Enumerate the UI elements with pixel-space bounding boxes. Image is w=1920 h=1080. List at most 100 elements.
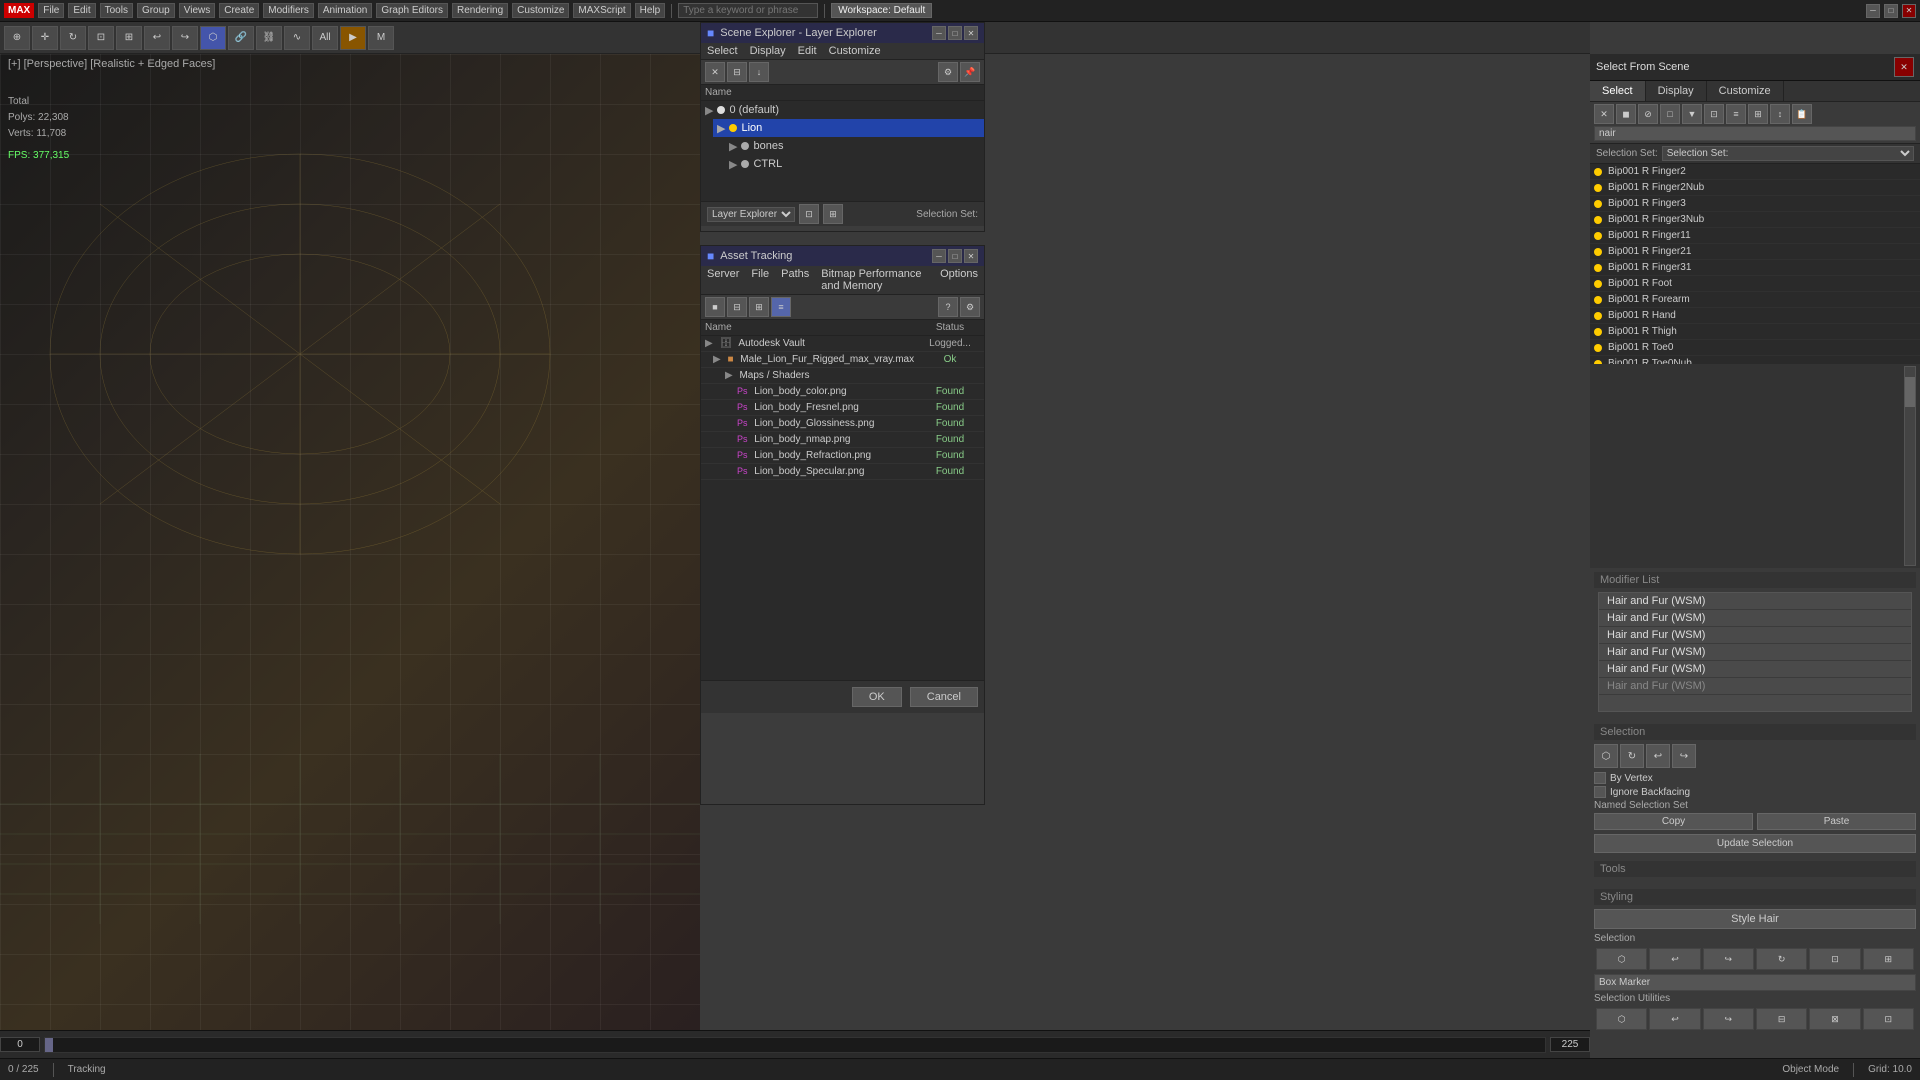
- at-row-refraction[interactable]: Ps Lion_body_Refraction.png Found: [701, 448, 984, 464]
- at-menu-file[interactable]: File: [751, 268, 769, 292]
- bone-list[interactable]: Bip001 R Finger2 Bip001 R Finger2Nub Bip…: [1590, 164, 1920, 364]
- at-row-nmap[interactable]: Ps Lion_body_nmap.png Found: [701, 432, 984, 448]
- mod-hairfur-6[interactable]: Hair and Fur (WSM): [1599, 678, 1911, 695]
- se-item-ctrl[interactable]: ▶ CTRL: [725, 155, 984, 173]
- tab-customize[interactable]: Customize: [1707, 81, 1784, 101]
- maxscript-menu[interactable]: MAXScript: [573, 3, 630, 18]
- select-object-btn[interactable]: ⬡: [200, 26, 226, 50]
- util-ico-1[interactable]: ⬡: [1596, 1008, 1647, 1030]
- at-ok-button[interactable]: OK: [852, 687, 902, 707]
- by-vertex-checkbox[interactable]: [1594, 772, 1606, 784]
- mod-hairfur-2[interactable]: Hair and Fur (WSM): [1599, 610, 1911, 627]
- at-row-maxfile[interactable]: ▶ ■ Male_Lion_Fur_Rigged_max_vray.max Ok: [701, 352, 984, 368]
- bone-thigh[interactable]: Bip001 R Thigh: [1590, 324, 1920, 340]
- bind-space-warp[interactable]: ∿: [284, 26, 310, 50]
- util-ico-4[interactable]: ⊟: [1756, 1008, 1807, 1030]
- scrollbar-track[interactable]: [1904, 366, 1916, 566]
- bone-finger2[interactable]: Bip001 R Finger2: [1590, 164, 1920, 180]
- at-row-vault[interactable]: ▶ 🗄 Autodesk Vault Logged...: [701, 336, 984, 352]
- sfs-search-input[interactable]: [1594, 126, 1916, 141]
- paste-button[interactable]: Paste: [1757, 813, 1916, 830]
- sfs-invert-btn[interactable]: ⊘: [1638, 104, 1658, 124]
- at-tool-3[interactable]: ⊞: [749, 297, 769, 317]
- bone-toe0nub[interactable]: Bip001 R Toe0Nub: [1590, 356, 1920, 364]
- at-minimize[interactable]: ─: [932, 249, 946, 263]
- util-ico-3[interactable]: ↪: [1703, 1008, 1754, 1030]
- sfs-filter4-btn[interactable]: ⊞: [1748, 104, 1768, 124]
- bone-finger21[interactable]: Bip001 R Finger21: [1590, 244, 1920, 260]
- sfs-close-btn[interactable]: ✕: [1894, 57, 1914, 77]
- time-thumb[interactable]: [45, 1038, 53, 1052]
- se-menu-edit[interactable]: Edit: [798, 45, 817, 57]
- graph-editors-menu[interactable]: Graph Editors: [376, 3, 448, 18]
- se-filter-btn[interactable]: ✕: [705, 62, 725, 82]
- tools-menu[interactable]: Tools: [100, 3, 133, 18]
- mod-hairfur-3[interactable]: Hair and Fur (WSM): [1599, 627, 1911, 644]
- util-ico-2[interactable]: ↩: [1649, 1008, 1700, 1030]
- mod-hairfur-1[interactable]: Hair and Fur (WSM): [1599, 593, 1911, 610]
- at-row-color[interactable]: Ps Lion_body_color.png Found: [701, 384, 984, 400]
- selection-filter[interactable]: All: [312, 26, 338, 50]
- at-tool-4[interactable]: ≡: [771, 297, 791, 317]
- at-menu-server[interactable]: Server: [707, 268, 739, 292]
- util-ico-5[interactable]: ⊠: [1809, 1008, 1860, 1030]
- move-tool[interactable]: ✛: [32, 26, 58, 50]
- unlink-tool[interactable]: ⛓: [256, 26, 282, 50]
- se-menu-customize[interactable]: Customize: [829, 45, 881, 57]
- sfs-none-btn[interactable]: □: [1660, 104, 1680, 124]
- sfs-filter-btn[interactable]: ▼: [1682, 104, 1702, 124]
- time-track[interactable]: [44, 1037, 1546, 1053]
- mod-hairfur-5[interactable]: Hair and Fur (WSM): [1599, 661, 1911, 678]
- selection-set-dropdown[interactable]: Selection Set:: [1662, 146, 1914, 161]
- sel-icon-2[interactable]: ↻: [1620, 744, 1644, 768]
- sel-ico-2[interactable]: ↩: [1649, 948, 1700, 970]
- bone-foot[interactable]: Bip001 R Foot: [1590, 276, 1920, 292]
- minimize-button[interactable]: ─: [1866, 4, 1880, 18]
- bone-finger3[interactable]: Bip001 R Finger3: [1590, 196, 1920, 212]
- maximize-button[interactable]: □: [1884, 4, 1898, 18]
- select-tool[interactable]: ⊕: [4, 26, 30, 50]
- create-menu[interactable]: Create: [219, 3, 259, 18]
- at-menu-paths[interactable]: Paths: [781, 268, 809, 292]
- at-tool-1[interactable]: ■: [705, 297, 725, 317]
- at-tool-2[interactable]: ⊟: [727, 297, 747, 317]
- scene-explorer-content[interactable]: ▶ 0 (default) ▶ Lion ▶ bones ▶ CTRL: [701, 101, 984, 201]
- se-close[interactable]: ✕: [964, 26, 978, 40]
- undo-btn[interactable]: ↩: [144, 26, 170, 50]
- sel-ico-6[interactable]: ⊞: [1863, 948, 1914, 970]
- util-ico-6[interactable]: ⊡: [1863, 1008, 1914, 1030]
- se-options-btn[interactable]: ⚙: [938, 62, 958, 82]
- at-close[interactable]: ✕: [964, 249, 978, 263]
- sel-icon-4[interactable]: ↪: [1672, 744, 1696, 768]
- bone-toe0[interactable]: Bip001 R Toe0: [1590, 340, 1920, 356]
- se-menu-select[interactable]: Select: [707, 45, 738, 57]
- se-pin-btn[interactable]: 📌: [960, 62, 980, 82]
- at-help-btn[interactable]: ?: [938, 297, 958, 317]
- se-item-lion[interactable]: ▶ Lion: [713, 119, 984, 137]
- sel-icon-3[interactable]: ↩: [1646, 744, 1670, 768]
- customize-menu[interactable]: Customize: [512, 3, 569, 18]
- se-footer-icon2[interactable]: ⊞: [823, 204, 843, 224]
- tab-display[interactable]: Display: [1646, 81, 1707, 101]
- total-frames-input[interactable]: [1550, 1037, 1590, 1052]
- ignore-backface-checkbox[interactable]: [1594, 786, 1606, 798]
- modifier-list[interactable]: Hair and Fur (WSM) Hair and Fur (WSM) Ha…: [1598, 592, 1912, 712]
- se-view-dropdown[interactable]: Layer Explorer: [707, 207, 795, 222]
- views-menu[interactable]: Views: [179, 3, 216, 18]
- modifiers-menu[interactable]: Modifiers: [263, 3, 314, 18]
- sfs-all-btn[interactable]: ◼: [1616, 104, 1636, 124]
- link-tool[interactable]: 🔗: [228, 26, 254, 50]
- group-menu[interactable]: Group: [137, 3, 175, 18]
- sfs-filter3-btn[interactable]: ≡: [1726, 104, 1746, 124]
- sel-icon-1[interactable]: ⬡: [1594, 744, 1618, 768]
- at-row-maps[interactable]: ▶ Maps / Shaders: [701, 368, 984, 384]
- at-menu-bitmap[interactable]: Bitmap Performance and Memory: [821, 268, 928, 292]
- se-item-default[interactable]: ▶ 0 (default): [701, 101, 984, 119]
- tab-select[interactable]: Select: [1590, 81, 1646, 101]
- at-settings-btn[interactable]: ⚙: [960, 297, 980, 317]
- sfs-filter2-btn[interactable]: ⊡: [1704, 104, 1724, 124]
- sel-ico-5[interactable]: ⊡: [1809, 948, 1860, 970]
- help-menu[interactable]: Help: [635, 3, 666, 18]
- se-sort-btn[interactable]: ↓: [749, 62, 769, 82]
- sel-ico-3[interactable]: ↪: [1703, 948, 1754, 970]
